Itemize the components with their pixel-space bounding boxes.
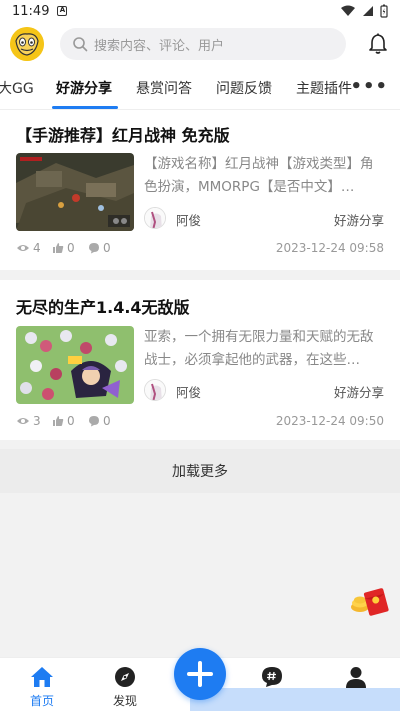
status-bar: 11:49 A — [0, 0, 400, 22]
nav-selection-highlight — [190, 688, 400, 711]
app-logo[interactable] — [10, 27, 44, 61]
post-date: 2023-12-24 09:58 — [275, 241, 384, 255]
avatar-icon — [145, 380, 165, 400]
comment-button[interactable]: 0 — [88, 241, 111, 255]
like-count-value: 0 — [67, 414, 75, 428]
load-more-button[interactable]: 加载更多 — [0, 449, 400, 493]
nav-home-label: 首页 — [29, 694, 54, 708]
like-button[interactable]: 0 — [52, 241, 75, 255]
thumbs-up-icon — [53, 416, 64, 426]
view-count-value: 3 — [33, 414, 41, 428]
logo-face-icon — [10, 27, 44, 61]
more-tabs-icon[interactable]: ••• — [350, 76, 388, 97]
like-button[interactable]: 0 — [52, 414, 75, 428]
game-screenshot-image — [16, 153, 134, 231]
thumbs-up-icon — [53, 243, 64, 253]
tab-bounty-qa[interactable]: 悬赏问答 — [136, 78, 192, 98]
post-card[interactable]: 【手游推荐】红月战神 免充版 【游戏名称】红月战神【游戏类型】角色扮演，MMOR… — [0, 110, 400, 270]
author-name[interactable]: 阿俊 — [176, 382, 201, 401]
compass-icon — [115, 667, 135, 687]
post-card[interactable]: 无尽的生产1.4.4无敌版 亚索，一个拥有无限力量和天赋的无敌战士，必须拿起他的… — [0, 280, 400, 440]
status-icons — [340, 4, 388, 18]
nav-discover-label: 发现 — [112, 694, 137, 708]
status-time: 11:49 — [12, 3, 50, 19]
post-date: 2023-12-24 09:50 — [275, 414, 384, 428]
comment-count-value: 0 — [103, 414, 111, 428]
game-screenshot-image — [16, 326, 134, 404]
user-icon — [346, 667, 366, 688]
author-avatar[interactable] — [144, 379, 166, 401]
category-tabs: 大GG 好游分享 悬赏问答 问题反馈 主题插件 ••• — [0, 66, 400, 110]
post-excerpt: 【游戏名称】红月战神【游戏类型】角色扮演，MMORPG【是否中文】… — [144, 156, 374, 195]
view-count-value: 4 — [33, 241, 41, 255]
red-envelope-icon — [351, 588, 389, 616]
post-thumbnail[interactable] — [16, 153, 134, 231]
battery-icon — [380, 4, 388, 18]
hashtag-bubble-icon — [262, 667, 282, 687]
nav-home[interactable]: 首页 — [12, 666, 72, 709]
nav-discover[interactable]: 发现 — [95, 666, 155, 709]
tab-feedback[interactable]: 问题反馈 — [216, 78, 272, 98]
search-placeholder: 搜索内容、评论、用户 — [94, 38, 225, 54]
tab-gg[interactable]: 大GG — [0, 78, 34, 98]
search-icon — [73, 37, 88, 52]
post-category[interactable]: 好游分享 — [334, 210, 384, 229]
home-icon — [31, 667, 53, 687]
search-input[interactable]: 搜索内容、评论、用户 — [60, 28, 346, 60]
post-category[interactable]: 好游分享 — [334, 382, 384, 401]
nav-profile[interactable] — [326, 666, 386, 688]
tab-theme-plugins[interactable]: 主题插件 — [296, 78, 352, 98]
tab-good-game-share[interactable]: 好游分享 — [56, 78, 112, 98]
post-title[interactable]: 【手游推荐】红月战神 免充版 — [16, 122, 230, 146]
red-packet-floating-button[interactable] — [348, 586, 390, 616]
eye-icon — [17, 418, 29, 424]
nav-topics[interactable] — [242, 666, 302, 688]
plus-icon — [187, 661, 213, 687]
bell-icon — [369, 33, 387, 54]
comment-button[interactable]: 0 — [88, 414, 111, 428]
post-thumbnail[interactable] — [16, 326, 134, 404]
avatar-icon — [145, 208, 165, 228]
eye-icon — [17, 245, 29, 251]
author-avatar[interactable] — [144, 207, 166, 229]
create-post-button[interactable] — [174, 648, 226, 700]
app-header: 搜索内容、评论、用户 — [0, 22, 400, 66]
notifications-button[interactable] — [366, 32, 390, 56]
comment-icon — [89, 243, 99, 254]
wifi-icon — [341, 5, 355, 16]
like-count-value: 0 — [67, 241, 75, 255]
comment-count-value: 0 — [103, 241, 111, 255]
view-count: 3 — [16, 414, 41, 428]
author-name[interactable]: 阿俊 — [176, 210, 201, 229]
post-title[interactable]: 无尽的生产1.4.4无敌版 — [16, 294, 190, 318]
notification-badge-icon: A — [57, 6, 68, 16]
signal-icon — [363, 6, 373, 16]
view-count: 4 — [16, 241, 41, 255]
post-excerpt: 亚索，一个拥有无限力量和天赋的无敌战士，必须拿起他的武器，在这些… — [144, 329, 374, 368]
comment-icon — [89, 416, 99, 427]
active-tab-indicator — [52, 106, 118, 109]
